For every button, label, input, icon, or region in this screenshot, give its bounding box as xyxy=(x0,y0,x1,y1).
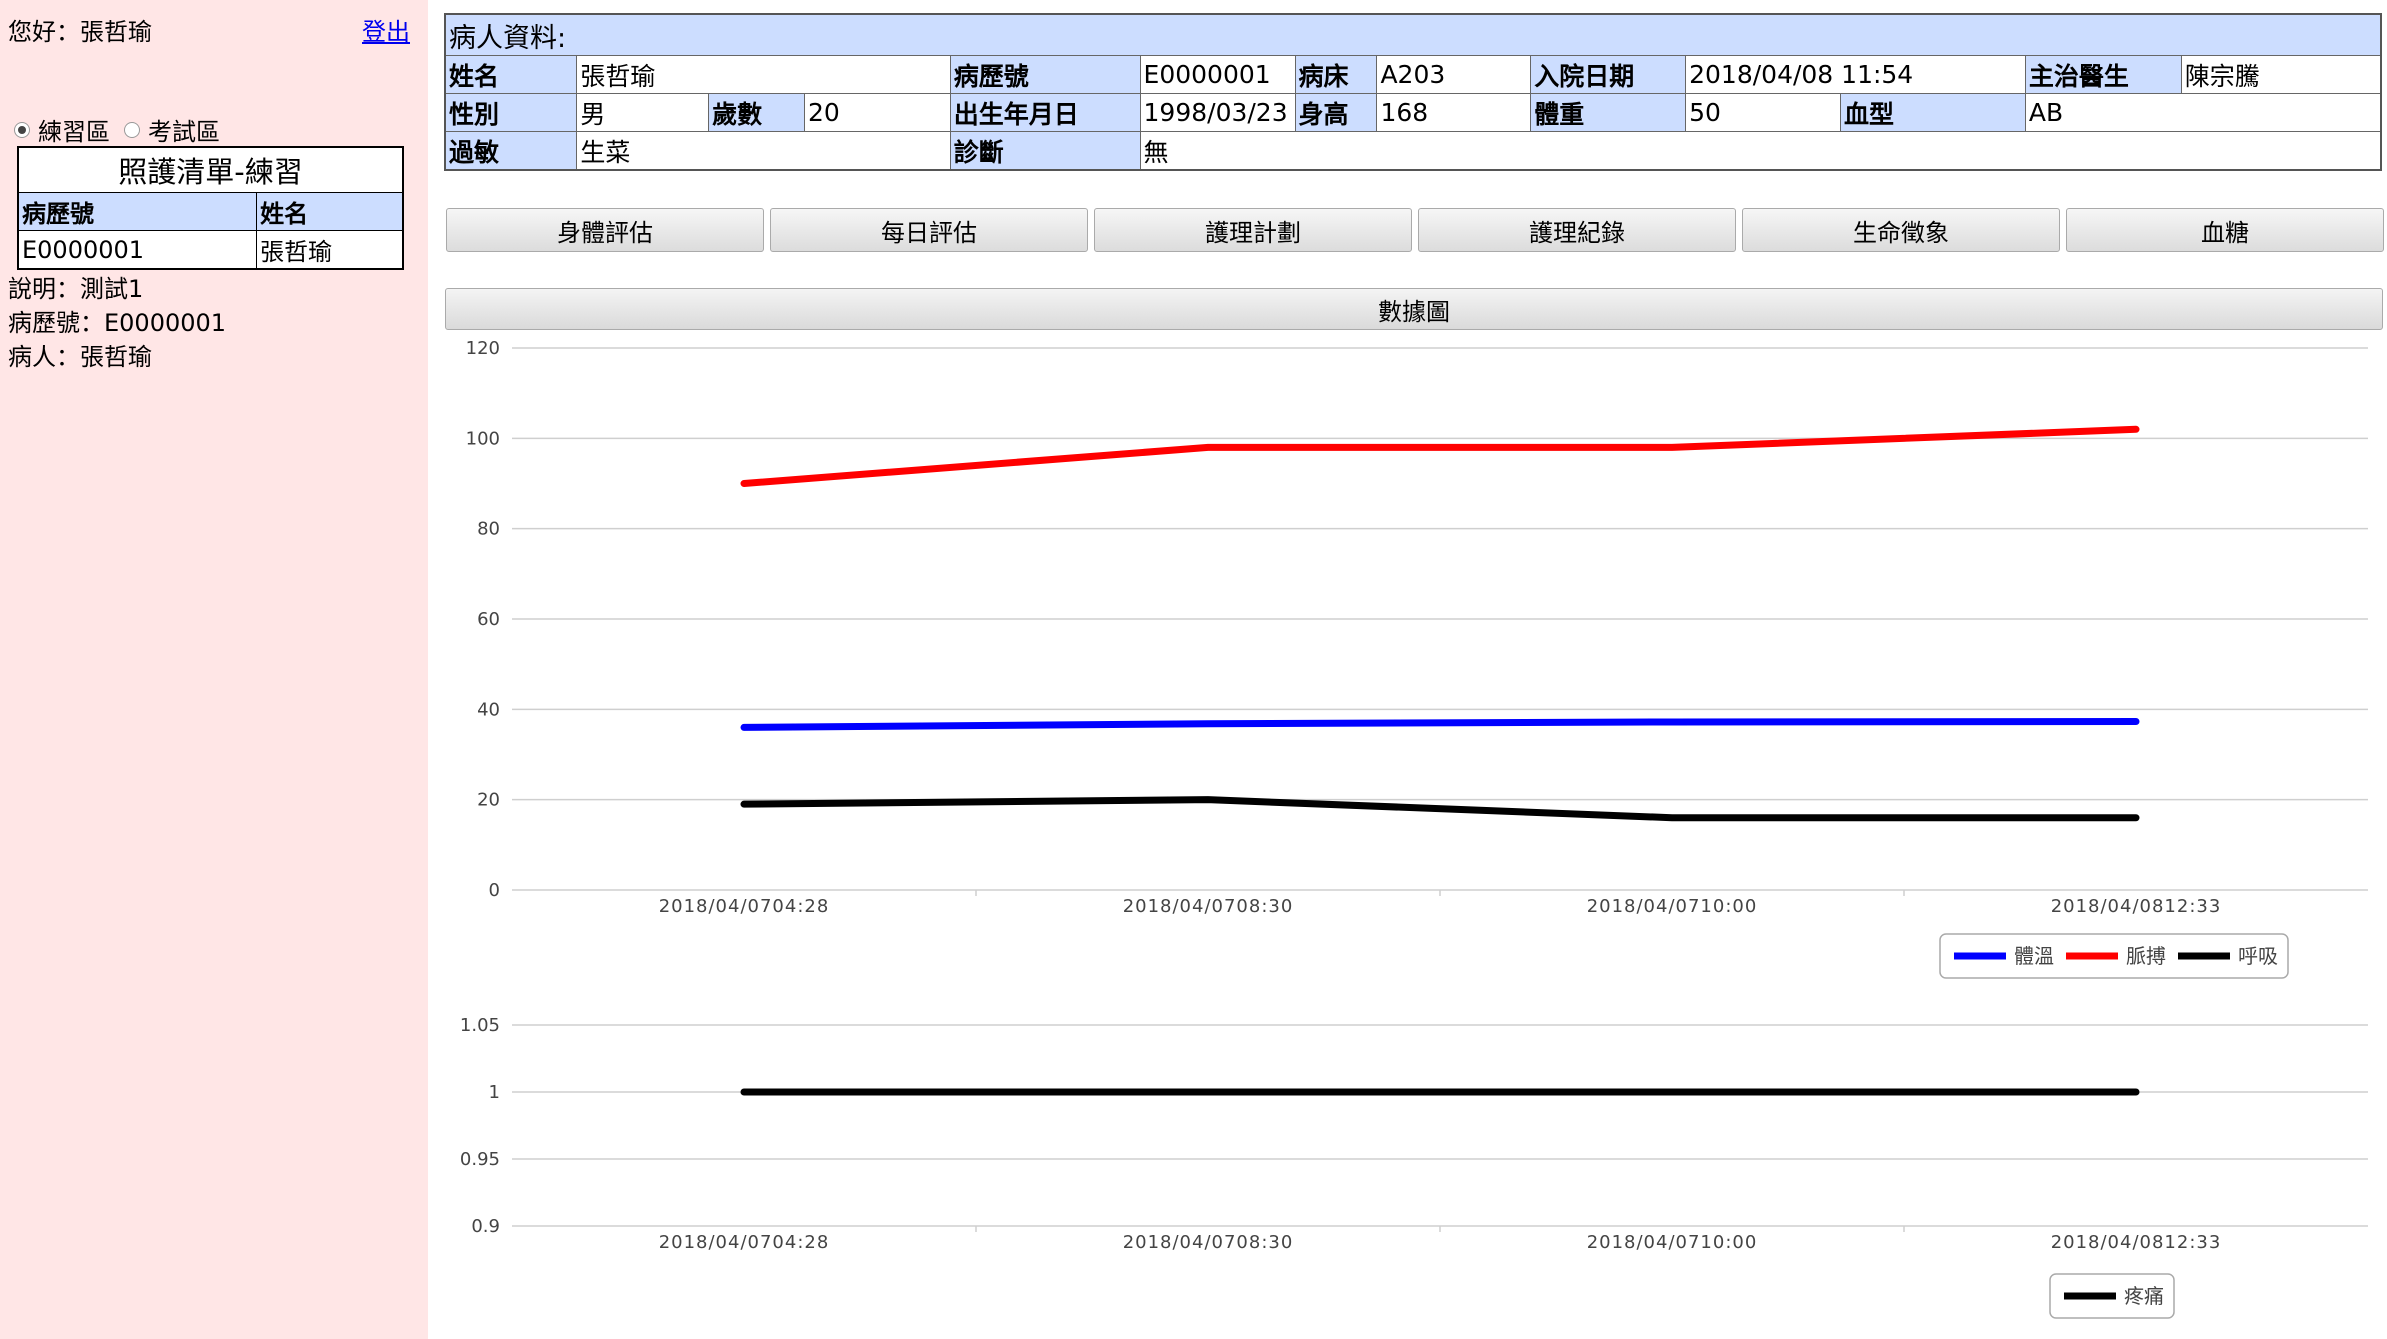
care-list-header-record: 病歷號 xyxy=(17,192,258,231)
data-chart-button[interactable]: 數據圖 xyxy=(445,288,2383,330)
x-tick-label: 2018/04/0708:30 xyxy=(1123,896,1294,917)
sex-value: 男 xyxy=(576,93,710,132)
y-tick-label: 60 xyxy=(477,609,500,630)
record-value: E0000001 xyxy=(1139,55,1296,94)
care-list-table: 照護清單-練習 病歷號 姓名 E0000001 張哲瑜 xyxy=(17,146,404,270)
care-list-cell-record[interactable]: E0000001 xyxy=(17,230,258,270)
logout-link[interactable]: 登出 xyxy=(362,12,410,47)
exam-radio[interactable] xyxy=(124,121,140,138)
main-content: 病人資料: 姓名 張哲瑜 病歷號 E0000001 病床 A203 入院日期 2… xyxy=(428,0,2387,1339)
y-tick-label: 20 xyxy=(477,790,500,811)
series-line xyxy=(740,718,2140,731)
tab-body-assessment[interactable]: 身體評估 xyxy=(446,208,764,252)
note-patient: 病人：張哲瑜 xyxy=(8,343,152,371)
blood-label: 血型 xyxy=(1839,93,2026,132)
allergy-label: 過敏 xyxy=(444,131,578,171)
x-tick-label: 2018/04/0710:00 xyxy=(1587,896,1758,917)
vital-signs-chart: 0 20 40 60 80 100 120 2018/04/0704:28 2018/04/07… xyxy=(466,338,2368,979)
y-tick-label: 1 xyxy=(489,1082,500,1103)
care-list-cell-name[interactable]: 張哲瑜 xyxy=(256,230,404,270)
series-line xyxy=(740,425,2140,487)
age-value: 20 xyxy=(803,93,951,132)
y-tick-label: 1.05 xyxy=(460,1015,500,1036)
weight-value: 50 xyxy=(1685,93,1841,132)
dob-value: 1998/03/23 xyxy=(1139,93,1296,132)
weight-label: 體重 xyxy=(1530,93,1687,132)
allergy-value: 生菜 xyxy=(576,131,951,171)
diagnosis-value: 無 xyxy=(1139,131,2382,171)
x-tick-label: 2018/04/0812:33 xyxy=(2051,1232,2222,1253)
doctor-value: 陳宗騰 xyxy=(2180,55,2382,94)
sidebar: 您好：張哲瑜 登出 練習區 考試區 照護清單-練習 病歷號 姓名 E000000… xyxy=(0,0,428,1339)
age-label: 歲數 xyxy=(708,93,805,132)
admit-value: 2018/04/08 11:54 xyxy=(1685,55,2026,94)
bed-value: A203 xyxy=(1376,55,1532,94)
pain-chart: 0.9 0.95 1 1.05 2018/04/0704:28 2018/04/0708:… xyxy=(460,1015,2368,1319)
function-tabs: 身體評估 每日評估 護理計劃 護理紀錄 生命徵象 血糖 xyxy=(446,208,2384,252)
x-tick-label: 2018/04/0812:33 xyxy=(2051,896,2222,917)
mode-selector: 練習區 考試區 xyxy=(14,112,234,147)
x-tick-label: 2018/04/0704:28 xyxy=(659,1232,830,1253)
legend-label: 疼痛 xyxy=(2124,1284,2164,1308)
patient-info-title: 病人資料: xyxy=(444,13,2382,56)
tab-blood-sugar[interactable]: 血糖 xyxy=(2066,208,2384,252)
mode-practice[interactable]: 練習區 xyxy=(14,112,110,147)
blood-value: AB xyxy=(2024,93,2382,132)
tab-daily-assessment[interactable]: 每日評估 xyxy=(770,208,1088,252)
name-value: 張哲瑜 xyxy=(576,55,951,94)
tab-care-record[interactable]: 護理紀錄 xyxy=(1418,208,1736,252)
name-label: 姓名 xyxy=(444,55,578,94)
height-value: 168 xyxy=(1376,93,1532,132)
legend-label: 脈搏 xyxy=(2126,944,2166,968)
patient-notes: 說明：測試1 病歷號：E0000001 病人：張哲瑜 xyxy=(8,272,226,374)
care-list-header-name: 姓名 xyxy=(256,192,404,231)
y-tick-label: 0 xyxy=(489,880,500,901)
practice-radio[interactable] xyxy=(14,121,30,138)
y-tick-label: 120 xyxy=(466,338,500,359)
y-tick-label: 40 xyxy=(477,699,500,720)
sex-label: 性別 xyxy=(444,93,578,132)
diagnosis-label: 診斷 xyxy=(949,131,1141,171)
patient-info-table: 病人資料: 姓名 張哲瑜 病歷號 E0000001 病床 A203 入院日期 2… xyxy=(444,13,2382,171)
bed-label: 病床 xyxy=(1294,55,1378,94)
exam-label: 考試區 xyxy=(148,118,220,146)
tab-care-plan[interactable]: 護理計劃 xyxy=(1094,208,1412,252)
series-line xyxy=(740,796,2140,822)
admit-label: 入院日期 xyxy=(1530,55,1687,94)
mode-exam[interactable]: 考試區 xyxy=(124,112,220,147)
y-tick-label: 0.9 xyxy=(471,1216,500,1237)
care-list-caption: 照護清單-練習 xyxy=(17,146,404,193)
greeting-text: 您好：張哲瑜 xyxy=(8,18,152,46)
care-list-row[interactable]: E0000001 張哲瑜 xyxy=(17,230,404,270)
tab-vital-signs[interactable]: 生命徵象 xyxy=(1742,208,2060,252)
y-tick-label: 100 xyxy=(466,428,500,449)
doctor-label: 主治醫生 xyxy=(2024,55,2182,94)
note-description: 說明：測試1 xyxy=(8,275,144,303)
record-label: 病歷號 xyxy=(949,55,1141,94)
height-label: 身高 xyxy=(1294,93,1378,132)
practice-label: 練習區 xyxy=(38,118,110,146)
y-tick-label: 80 xyxy=(477,519,500,540)
x-tick-label: 2018/04/0710:00 xyxy=(1587,1232,1758,1253)
dob-label: 出生年月日 xyxy=(949,93,1141,132)
legend-label: 體溫 xyxy=(2014,944,2054,968)
x-tick-label: 2018/04/0708:30 xyxy=(1123,1232,1294,1253)
x-tick-label: 2018/04/0704:28 xyxy=(659,896,830,917)
y-tick-label: 0.95 xyxy=(460,1149,500,1170)
legend-label: 呼吸 xyxy=(2238,944,2278,968)
note-record: 病歷號：E0000001 xyxy=(8,309,227,337)
